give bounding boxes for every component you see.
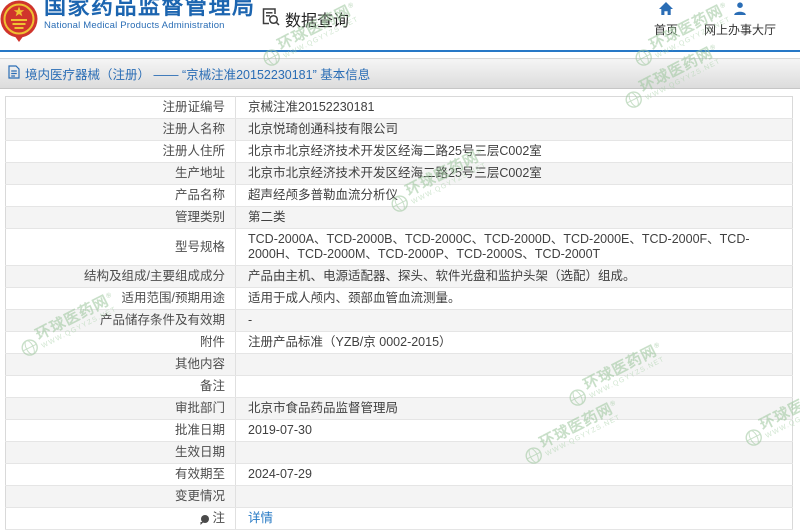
row-value: 注册产品标准（YZB/京 0002-2015）: [235, 331, 793, 354]
row-label: 适用范围/预期用途: [5, 287, 236, 310]
row-label: 附件: [5, 331, 236, 354]
row-label: 注册证编号: [5, 96, 236, 119]
row-value: 产品由主机、电源适配器、探头、软件光盘和监护头架（选配）组成。: [235, 265, 793, 288]
table-row: 变更情况: [5, 485, 793, 508]
row-label: 产品储存条件及有效期: [5, 309, 236, 332]
table-row: 结构及组成/主要组成成分 产品由主机、电源适配器、探头、软件光盘和监护头架（选配）…: [5, 265, 793, 288]
row-value: 北京市食品药品监督管理局: [235, 397, 793, 420]
info-table-body: 注册证编号 京械注准20152230181 注册人名称 北京悦琦创通科技有限公司 注册人…: [5, 96, 793, 530]
row-label: 型号规格: [5, 228, 236, 266]
table-row: 型号规格 TCD-2000A、TCD-2000B、TCD-2000C、TCD-20…: [5, 228, 793, 266]
nav-item-home[interactable]: 首页: [654, 1, 678, 38]
row-value: -: [235, 309, 793, 332]
row-label: 其他内容: [5, 353, 236, 376]
row-label: 批准日期: [5, 419, 236, 442]
table-row: 有效期至 2024-07-29: [5, 463, 793, 486]
row-label: 注册人住所: [5, 140, 236, 163]
row-label: 变更情况: [5, 485, 236, 508]
data-query-label: 数据查询: [285, 13, 350, 30]
registration-info-table-wrap: 注册证编号 京械注准20152230181 注册人名称 北京悦琦创通科技有限公司 注册人…: [5, 96, 793, 530]
table-row: 产品储存条件及有效期 -: [5, 309, 793, 332]
table-row: 生效日期: [5, 441, 793, 464]
breadcrumb-bar: 境内医疗器械（注册） —— “京械注准20152230181” 基本信息: [0, 58, 800, 89]
page-header: 国家药品监督管理局 National Medical Products Admi…: [0, 0, 800, 52]
table-row: 适用范围/预期用途 适用于成人颅内、颈部血管血流测量。: [5, 287, 793, 310]
row-value: [235, 485, 793, 508]
national-emblem-logo: [0, 0, 38, 47]
row-value: 2024-07-29: [235, 463, 793, 486]
table-row: 批准日期 2019-07-30: [5, 419, 793, 442]
breadcrumb: 境内医疗器械（注册） —— “京械注准20152230181” 基本信息: [25, 68, 371, 82]
row-value: 北京市北京经济技术开发区经海二路25号三层C002室: [235, 140, 793, 163]
table-row: 附件 注册产品标准（YZB/京 0002-2015）: [5, 331, 793, 354]
nav-label-home: 首页: [653, 23, 678, 37]
row-label: 有效期至: [5, 463, 236, 486]
data-query-menu[interactable]: 数据查询: [260, 6, 349, 32]
row-value: 京械注准20152230181: [235, 96, 793, 119]
table-row: 注册证编号 京械注准20152230181: [5, 96, 793, 119]
row-label: 注: [5, 507, 236, 530]
row-value: 北京悦琦创通科技有限公司: [235, 118, 793, 141]
brand-title: 国家药品监督管理局: [44, 0, 256, 19]
data-query-icon: [260, 6, 281, 32]
note-icon: [201, 515, 210, 523]
table-row: 备注: [5, 375, 793, 398]
table-row: 注册人名称 北京悦琦创通科技有限公司: [5, 118, 793, 141]
row-value: 超声经颅多普勒血流分析仪: [235, 184, 793, 207]
header-nav: 首页 网上办事大厅: [654, 1, 776, 38]
registration-info-table: 注册证编号 京械注准20152230181 注册人名称 北京悦琦创通科技有限公司 注册人…: [5, 96, 793, 530]
row-value: 适用于成人颅内、颈部血管血流测量。: [235, 287, 793, 310]
brand-subtitle: National Medical Products Administration: [44, 20, 225, 32]
row-value: 详情: [235, 507, 793, 530]
table-row: 注册人住所 北京市北京经济技术开发区经海二路25号三层C002室: [5, 140, 793, 163]
row-label: 备注: [5, 375, 236, 398]
document-icon: [8, 65, 20, 82]
row-value: 北京市北京经济技术开发区经海二路25号三层C002室: [235, 162, 793, 185]
detail-link[interactable]: 详情: [248, 511, 273, 525]
row-value: [235, 441, 793, 464]
row-label: 生效日期: [5, 441, 236, 464]
person-icon: [732, 1, 748, 19]
row-label: 注册人名称: [5, 118, 236, 141]
brand-block: 国家药品监督管理局 National Medical Products Admi…: [44, 0, 256, 31]
row-label: 审批部门: [5, 397, 236, 420]
table-row: 审批部门 北京市食品药品监督管理局: [5, 397, 793, 420]
row-label: 结构及组成/主要组成成分: [5, 265, 236, 288]
table-row: 注详情: [5, 507, 793, 530]
row-value: TCD-2000A、TCD-2000B、TCD-2000C、TCD-2000D、…: [235, 228, 793, 266]
table-row: 管理类别 第二类: [5, 206, 793, 229]
home-icon: [658, 1, 674, 19]
row-value: [235, 353, 793, 376]
row-label: 管理类别: [5, 206, 236, 229]
nav-item-service-hall[interactable]: 网上办事大厅: [704, 1, 776, 38]
row-value: [235, 375, 793, 398]
table-row: 其他内容: [5, 353, 793, 376]
row-label: 生产地址: [5, 162, 236, 185]
row-value: 2019-07-30: [235, 419, 793, 442]
row-value: 第二类: [235, 206, 793, 229]
table-row: 生产地址 北京市北京经济技术开发区经海二路25号三层C002室: [5, 162, 793, 185]
table-row: 产品名称 超声经颅多普勒血流分析仪: [5, 184, 793, 207]
nav-label-service-hall: 网上办事大厅: [703, 23, 776, 37]
row-label: 产品名称: [5, 184, 236, 207]
